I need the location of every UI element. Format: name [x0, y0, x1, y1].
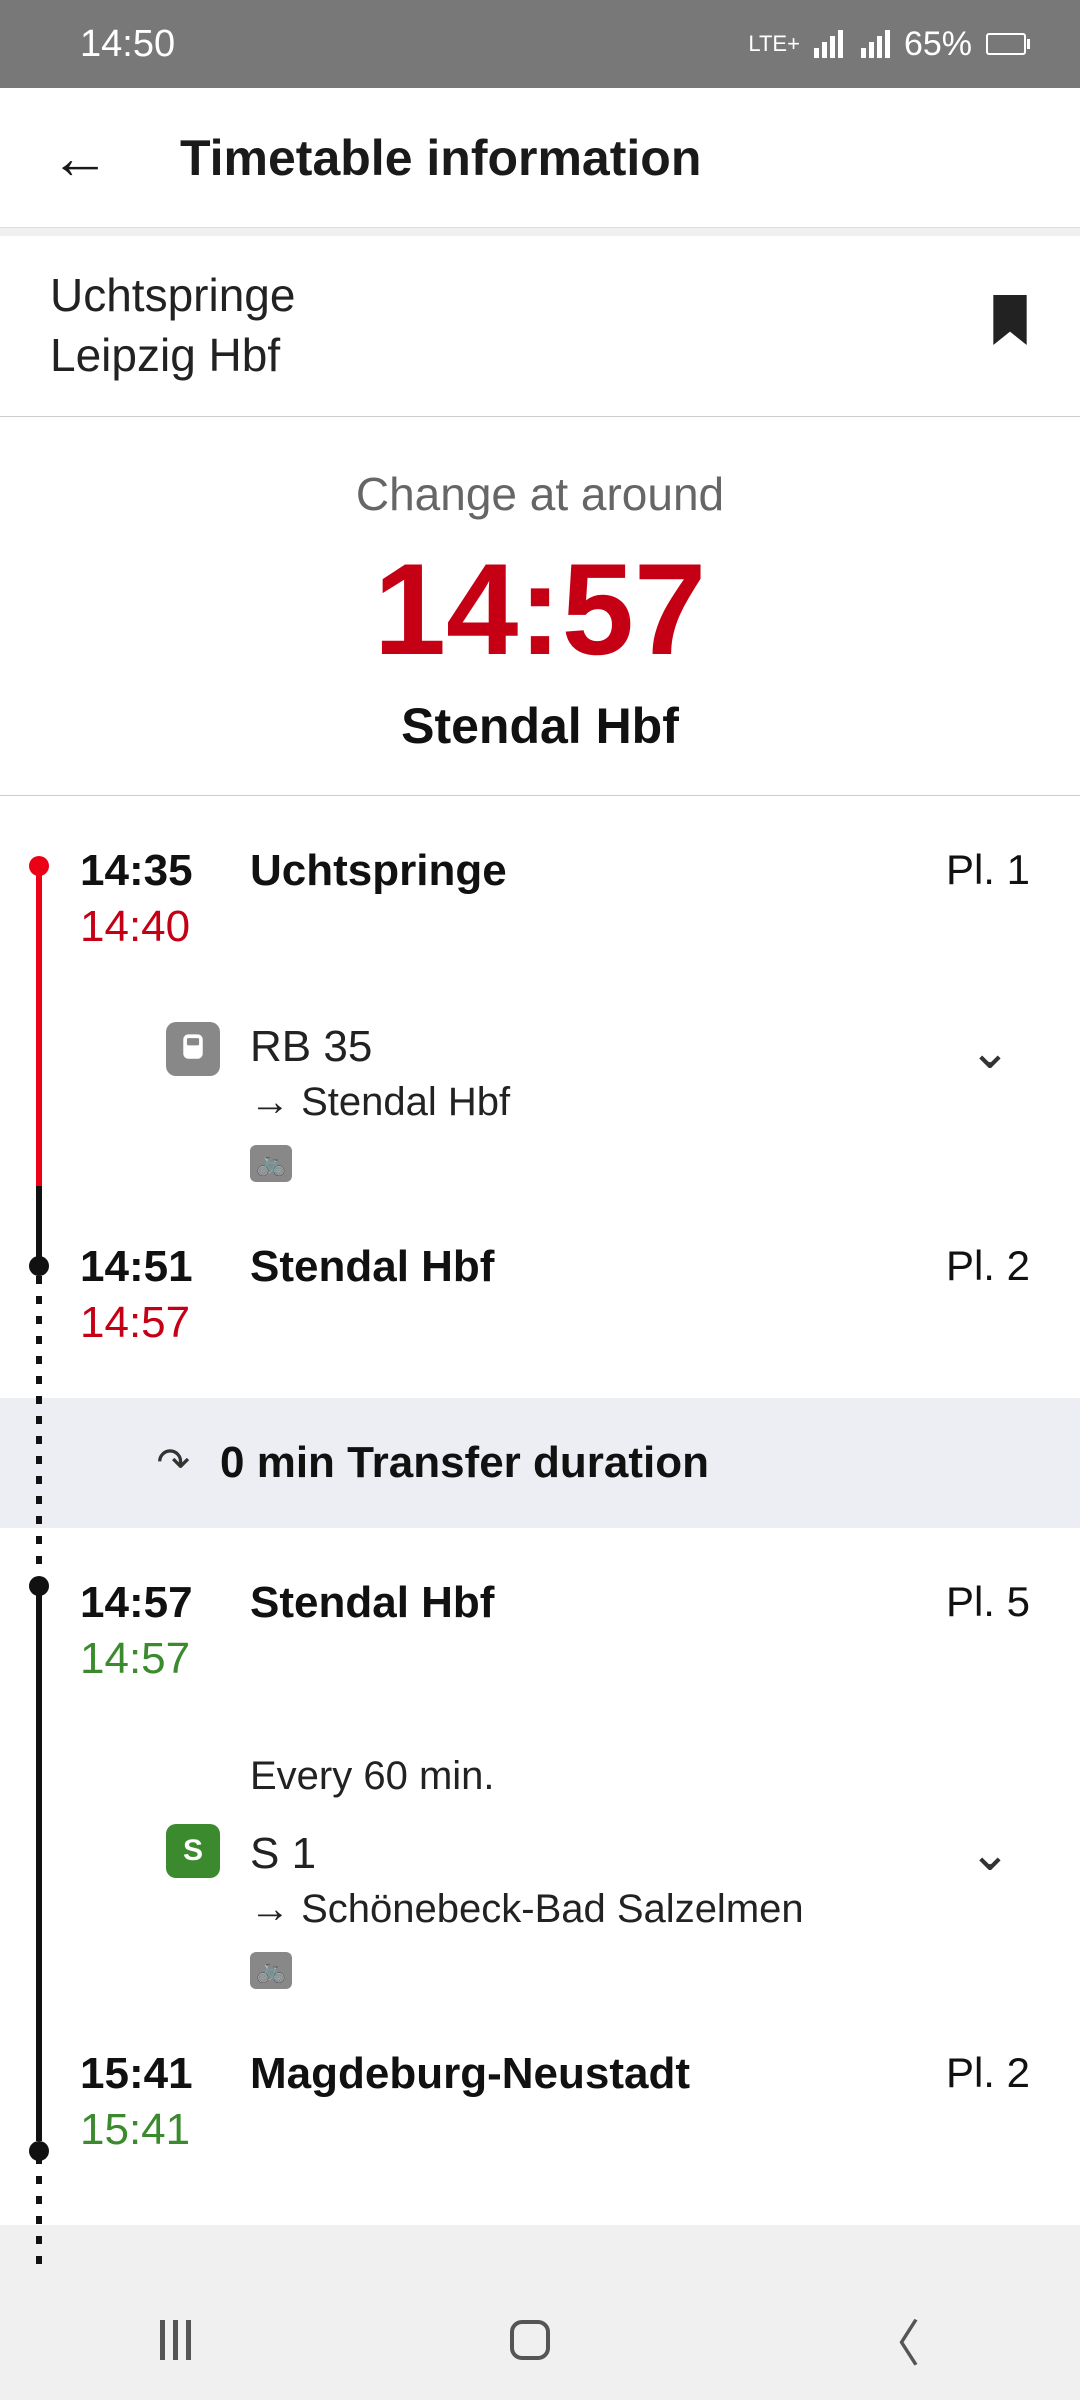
frequency: Every 60 min. — [250, 1754, 950, 1799]
station-name: Uchtspringe — [250, 846, 910, 896]
transfer-bar: ↷ 0 min Transfer duration — [0, 1398, 1080, 1528]
station-name: Stendal Hbf — [250, 1578, 910, 1628]
platform: Pl. 1 — [910, 846, 1030, 894]
bike-icon: 🚲 — [250, 1145, 292, 1182]
platform: Pl. 2 — [910, 1242, 1030, 1290]
realtime: 14:40 — [80, 902, 250, 952]
stop-row: 14:35 14:40 Uchtspringe Pl. 1 — [30, 846, 1050, 992]
bike-icon: 🚲 — [250, 1952, 292, 1989]
route-header[interactable]: Uchtspringe Leipzig Hbf — [0, 236, 1080, 417]
itinerary[interactable]: 14:35 14:40 Uchtspringe Pl. 1 RB 35 → St… — [0, 796, 1080, 2225]
realtime: 14:57 — [80, 1634, 250, 1684]
realtime: 14:57 — [80, 1298, 250, 1348]
scheduled-time: 14:51 — [80, 1242, 250, 1292]
status-bar: 14:50 LTE+ 65% — [0, 0, 1080, 88]
battery-icon — [982, 33, 1030, 55]
sbahn-icon: S — [166, 1824, 220, 1878]
train-row[interactable]: S Every 60 min. S 1 → Schönebeck-Bad Sal… — [30, 1724, 1050, 2049]
realtime: 15:41 — [80, 2105, 250, 2155]
change-time: 14:57 — [0, 531, 1080, 687]
platform: Pl. 2 — [910, 2049, 1030, 2097]
transfer-text: 0 min Transfer duration — [220, 1438, 709, 1488]
route-from: Uchtspringe — [50, 266, 295, 326]
app-bar: ← Timetable information — [0, 88, 1080, 228]
system-nav-bar: 〈 — [0, 2280, 1080, 2400]
stop-row: 14:51 14:57 Stendal Hbf Pl. 2 — [30, 1242, 1050, 1388]
battery-label: 65% — [904, 25, 972, 64]
change-banner: Change at around 14:57 Stendal Hbf — [0, 417, 1080, 796]
status-time: 14:50 — [80, 23, 175, 66]
transfer-icon: ↷ — [50, 1440, 220, 1486]
train-row[interactable]: RB 35 → Stendal Hbf 🚲 ⌄ — [30, 992, 1050, 1242]
change-station: Stendal Hbf — [0, 697, 1080, 755]
bookmark-icon[interactable] — [990, 295, 1030, 357]
chevron-down-icon[interactable]: ⌄ — [950, 1022, 1030, 1080]
signal-icon-2 — [861, 30, 890, 58]
train-name: RB 35 — [250, 1022, 950, 1072]
stop-row: 15:41 15:41 Magdeburg-Neustadt Pl. 2 — [30, 2049, 1050, 2195]
route-stations: Uchtspringe Leipzig Hbf — [50, 266, 295, 386]
train-name: S 1 — [250, 1829, 950, 1879]
stop-row: 14:57 14:57 Stendal Hbf Pl. 5 — [30, 1538, 1050, 1724]
platform: Pl. 5 — [910, 1578, 1030, 1626]
train-destination: → Stendal Hbf — [250, 1080, 950, 1125]
chevron-down-icon[interactable]: ⌄ — [950, 1754, 1030, 1882]
change-label: Change at around — [0, 467, 1080, 521]
page-title: Timetable information — [180, 129, 701, 187]
recents-button[interactable] — [160, 2320, 191, 2360]
home-button[interactable] — [510, 2320, 550, 2360]
scheduled-time: 14:35 — [80, 846, 250, 896]
train-destination: → Schönebeck-Bad Salzelmen — [250, 1887, 950, 1932]
scheduled-time: 14:57 — [80, 1578, 250, 1628]
route-to: Leipzig Hbf — [50, 326, 295, 386]
network-label: LTE+ — [748, 31, 800, 57]
station-name: Magdeburg-Neustadt — [250, 2049, 910, 2099]
signal-icon — [814, 30, 843, 58]
back-button[interactable]: ← — [40, 113, 140, 202]
train-icon — [166, 1022, 220, 1076]
scheduled-time: 15:41 — [80, 2049, 250, 2099]
status-right: LTE+ 65% — [748, 25, 1030, 64]
system-back-button[interactable]: 〈 — [870, 2304, 920, 2376]
station-name: Stendal Hbf — [250, 1242, 910, 1292]
